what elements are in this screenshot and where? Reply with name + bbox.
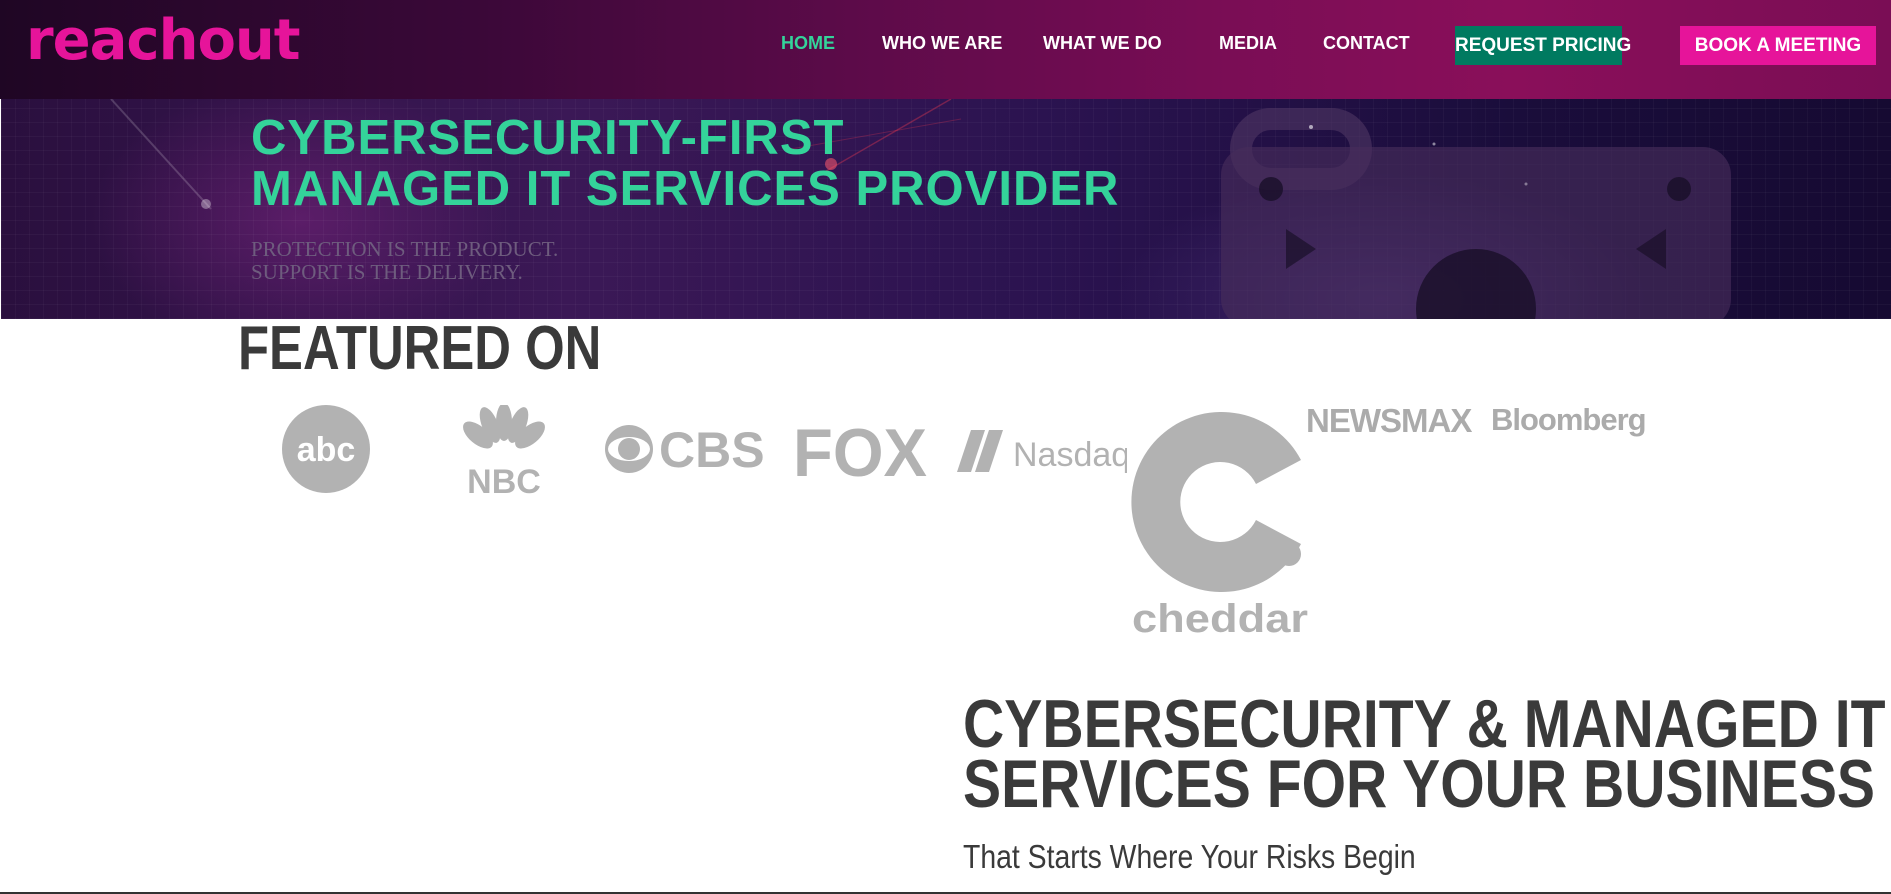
nbc-logo-icon: NBC — [463, 405, 545, 497]
services-heading-line-2: SERVICES FOR YOUR BUSINESS — [963, 746, 1876, 822]
nasdaq-logo-icon: Nasdaq — [957, 430, 1127, 474]
cheddar-logo-text: cheddar — [1132, 597, 1308, 638]
hero-subtitle-line-1: PROTECTION IS THE PRODUCT. — [251, 237, 559, 261]
fox-logo-text: FOX — [793, 416, 927, 484]
reachout-logo[interactable]: reachout — [26, 8, 301, 73]
newsmax-logo-icon: NEWSMAX — [1306, 402, 1472, 439]
services-tagline: That Starts Where Your Risks Begin — [963, 838, 1416, 875]
abc-logo-icon: abc — [282, 405, 370, 493]
hero-subtitle-line-2: SUPPORT IS THE DELIVERY. — [251, 260, 523, 284]
hero-title-line-1: CYBERSECURITY-FIRST — [251, 111, 845, 165]
nav-what-we-do[interactable]: WHAT WE DO — [1043, 33, 1162, 54]
cheddar-logo-icon: cheddar — [1131, 412, 1308, 638]
cbs-logo-icon: CBS — [605, 423, 763, 475]
fox-logo-icon: FOX — [793, 416, 927, 484]
nbc-logo-text: NBC — [467, 463, 541, 497]
nav-contact[interactable]: CONTACT — [1323, 33, 1410, 54]
services-heading-line-1: CYBERSECURITY & MANAGED IT — [963, 686, 1886, 762]
hero-subtitle: PROTECTION IS THE PRODUCT. SUPPORT IS TH… — [251, 238, 558, 284]
nav-media[interactable]: MEDIA — [1219, 33, 1277, 54]
nav-home[interactable]: HOME — [781, 33, 835, 54]
top-navigation-bar: reachout HOME WHO WE ARE WHAT WE DO MEDI… — [0, 0, 1891, 99]
hero-title-line-2: MANAGED IT SERVICES PROVIDER — [251, 162, 1120, 216]
padlock-icon — [1221, 108, 1731, 319]
book-meeting-button[interactable]: BOOK A MEETING — [1680, 26, 1876, 65]
request-pricing-button[interactable]: REQUEST PRICING — [1455, 26, 1631, 65]
cbs-logo-text: CBS — [659, 423, 763, 475]
hero-title: CYBERSECURITY-FIRST MANAGED IT SERVICES … — [251, 113, 1119, 215]
nav-who-we-are[interactable]: WHO WE ARE — [882, 33, 1002, 54]
featured-on-heading: FEATURED ON — [238, 314, 602, 383]
bloomberg-logo-icon: Bloomberg — [1491, 402, 1647, 437]
abc-logo-text: abc — [297, 431, 356, 469]
nasdaq-logo-text: Nasdaq — [1013, 436, 1127, 474]
hero-banner: CYBERSECURITY-FIRST MANAGED IT SERVICES … — [1, 99, 1891, 319]
services-heading: CYBERSECURITY & MANAGED IT SERVICES FOR … — [963, 686, 1886, 822]
